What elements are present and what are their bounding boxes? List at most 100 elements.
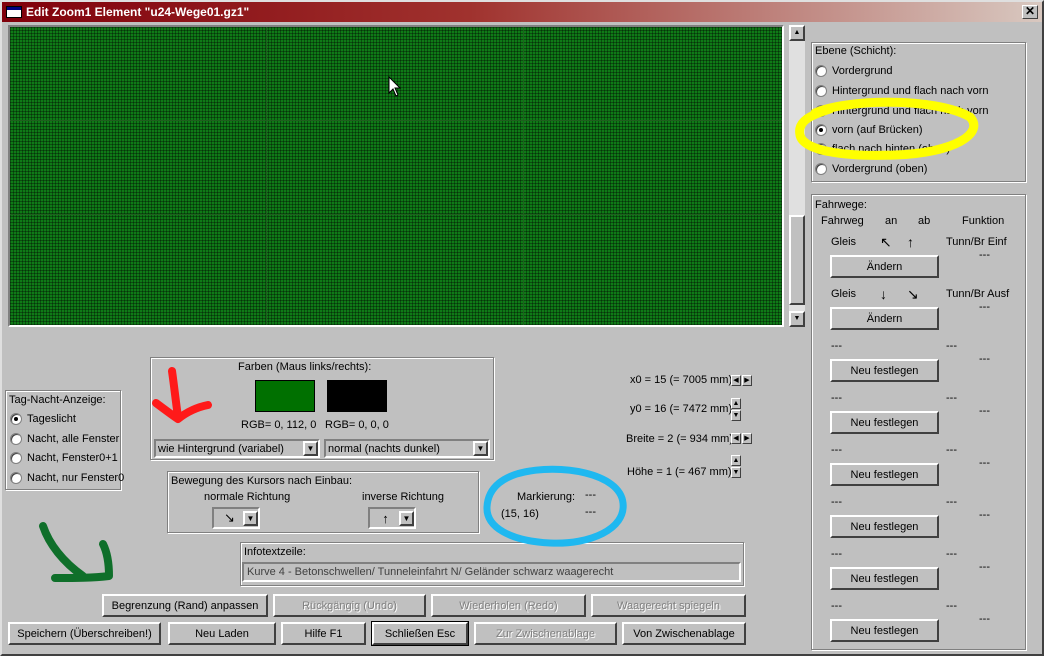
scroll-thumb[interactable] bbox=[789, 215, 805, 305]
right-color-swatch[interactable] bbox=[327, 380, 387, 412]
spiegeln-button[interactable]: Waagerecht spiegeln bbox=[591, 594, 746, 617]
copy-to-clipboard-button[interactable]: Zur Zwischenablage bbox=[474, 622, 617, 645]
close-dialog-button[interactable]: Schließen Esc bbox=[371, 621, 469, 646]
ebene-option-3[interactable]: vorn (auf Brücken) bbox=[815, 124, 922, 136]
x0-decrement-button[interactable]: ◀ bbox=[731, 375, 741, 386]
x0-increment-button[interactable]: ▶ bbox=[742, 375, 752, 386]
begrenzung-button[interactable]: Begrenzung (Rand) anpassen bbox=[102, 594, 268, 617]
chevron-down-icon[interactable]: ▼ bbox=[303, 441, 318, 456]
tag-nacht-option-3[interactable]: Nacht, nur Fenster0 bbox=[10, 472, 124, 484]
chevron-down-icon[interactable]: ▼ bbox=[473, 441, 488, 456]
ebene-option-4[interactable]: flach nach hinten (oben) bbox=[815, 143, 950, 155]
x0-label: x0 = 15 (= 7005 mm) bbox=[630, 374, 733, 386]
radio-button[interactable] bbox=[815, 85, 827, 97]
fahrweg-row-button[interactable]: Neu festlegen bbox=[830, 567, 939, 590]
window-icon[interactable] bbox=[6, 6, 22, 18]
markierung-dash: --- bbox=[585, 489, 596, 501]
radio-button[interactable] bbox=[815, 65, 827, 77]
hoehe-decrement-button[interactable]: ▲ bbox=[731, 455, 741, 466]
fahrweg-exit-direction: ↑ bbox=[907, 234, 914, 250]
markierung-coords: (15, 16) bbox=[501, 508, 539, 520]
breite-label: Breite = 2 (= 934 mm) bbox=[626, 433, 733, 445]
ebene-option-label: flach nach hinten (oben) bbox=[832, 143, 951, 155]
radio-button-selected[interactable] bbox=[815, 124, 827, 136]
y0-decrement-button[interactable]: ▲ bbox=[731, 398, 741, 409]
canvas-vertical-scrollbar[interactable]: ▲ ▼ bbox=[789, 25, 805, 327]
y0-increment-button[interactable]: ▼ bbox=[731, 410, 741, 421]
info-text-field[interactable]: Kurve 4 - Betonschwellen/ Tunneleinfahrt… bbox=[242, 562, 741, 582]
fahrweg-dash: --- bbox=[979, 561, 990, 573]
radio-button[interactable] bbox=[815, 163, 827, 175]
save-button[interactable]: Speichern (Überschreiben!) bbox=[8, 622, 161, 645]
breite-increment-button[interactable]: ▶ bbox=[742, 433, 752, 444]
scroll-down-button[interactable]: ▼ bbox=[789, 311, 805, 327]
inverse-direction-select[interactable]: ↑ ▼ bbox=[368, 507, 416, 529]
ebene-option-5[interactable]: Vordergrund (oben) bbox=[815, 163, 927, 175]
radio-button[interactable] bbox=[10, 433, 22, 445]
ebene-option-1[interactable]: Hintergrund und flach nach vorn bbox=[815, 85, 989, 97]
fahrweg-row-button[interactable]: Ändern bbox=[830, 255, 939, 278]
tile-editor-canvas[interactable] bbox=[8, 25, 784, 327]
radio-button[interactable] bbox=[10, 452, 22, 464]
farben-legend: Farben (Maus links/rechts): bbox=[238, 361, 372, 373]
left-color-swatch[interactable] bbox=[255, 380, 315, 412]
reload-button[interactable]: Neu Laden bbox=[168, 622, 276, 645]
fahrweg-row-button[interactable]: Neu festlegen bbox=[830, 463, 939, 486]
canvas-grid-line bbox=[266, 27, 267, 325]
fahrweg-row-button[interactable]: Neu festlegen bbox=[830, 411, 939, 434]
help-button[interactable]: Hilfe F1 bbox=[281, 622, 366, 645]
tag-nacht-option-0[interactable]: Tageslicht bbox=[10, 413, 76, 425]
fahrweg-entry-direction: ↖ bbox=[880, 234, 892, 250]
fahrweg-dash: --- bbox=[979, 301, 990, 313]
ebene-option-label: Vordergrund bbox=[832, 65, 893, 77]
right-color-mode-value: normal (nachts dunkel) bbox=[328, 442, 440, 455]
fahrwege-header-funktion: Funktion bbox=[962, 215, 1005, 227]
ebene-option-label: Hintergrund und flach nach vorn bbox=[832, 85, 989, 97]
fahrweg-row-button[interactable]: Neu festlegen bbox=[830, 359, 939, 382]
title-bar[interactable]: Edit Zoom1 Element "u24-Wege01.gz1" ✕ bbox=[2, 2, 1042, 22]
radio-button[interactable] bbox=[815, 105, 827, 117]
right-color-rgb: RGB= 0, 0, 0 bbox=[325, 419, 389, 431]
window-title: Edit Zoom1 Element "u24-Wege01.gz1" bbox=[26, 5, 250, 19]
fahrweg-row-button[interactable]: Neu festlegen bbox=[830, 515, 939, 538]
hoehe-increment-button[interactable]: ▼ bbox=[731, 467, 741, 478]
green-arrow-annotation bbox=[39, 522, 113, 582]
breite-decrement-button[interactable]: ◀ bbox=[731, 433, 741, 444]
undo-button[interactable]: Rückgängig (Undo) bbox=[273, 594, 426, 617]
redo-button[interactable]: Wiederholen (Redo) bbox=[431, 594, 586, 617]
ebene-option-label: Hintergrund und flach nach vorn bbox=[832, 105, 989, 117]
blue-circle-annotation bbox=[483, 465, 627, 547]
right-color-mode-select[interactable]: normal (nachts dunkel) ▼ bbox=[324, 439, 490, 458]
left-color-mode-select[interactable]: wie Hintergrund (variabel) ▼ bbox=[154, 439, 320, 458]
chevron-down-icon[interactable]: ▼ bbox=[399, 510, 414, 526]
tag-nacht-option-label: Tageslicht bbox=[27, 413, 76, 425]
y0-label: y0 = 16 (= 7472 mm) bbox=[630, 403, 733, 415]
fahrweg-row-button[interactable]: Ändern bbox=[830, 307, 939, 330]
radio-button[interactable] bbox=[10, 472, 22, 484]
fahrweg-dash: --- bbox=[979, 509, 990, 521]
close-button[interactable]: ✕ bbox=[1022, 5, 1038, 19]
chevron-down-icon[interactable]: ▼ bbox=[243, 510, 258, 526]
tag-nacht-option-1[interactable]: Nacht, alle Fenster bbox=[10, 433, 119, 445]
fahrweg-row-button[interactable]: Neu festlegen bbox=[830, 619, 939, 642]
fahrweg-entry-direction: ↓ bbox=[880, 286, 887, 302]
radio-button[interactable] bbox=[815, 143, 827, 155]
fahrweg-function: --- bbox=[946, 392, 957, 404]
inverse-direction-value: ↑ bbox=[382, 510, 389, 526]
tag-nacht-legend: Tag-Nacht-Anzeige: bbox=[9, 394, 106, 406]
normal-direction-select[interactable]: ↘ ▼ bbox=[212, 507, 260, 529]
left-color-mode-value: wie Hintergrund (variabel) bbox=[158, 442, 284, 455]
fahrweg-type: --- bbox=[831, 496, 842, 508]
markierung-dash-2: --- bbox=[585, 506, 596, 518]
tag-nacht-option-2[interactable]: Nacht, Fenster0+1 bbox=[10, 452, 118, 464]
fahrweg-dash: --- bbox=[979, 457, 990, 469]
fahrweg-function: Tunn/Br Ausf bbox=[946, 288, 1010, 300]
fahrweg-dash: --- bbox=[979, 353, 990, 365]
ebene-option-2[interactable]: Hintergrund und flach nach vorn bbox=[815, 105, 989, 117]
scroll-up-button[interactable]: ▲ bbox=[789, 25, 805, 41]
canvas-grid-line bbox=[10, 214, 782, 215]
radio-button-selected[interactable] bbox=[10, 413, 22, 425]
paste-from-clipboard-button[interactable]: Von Zwischenablage bbox=[622, 622, 746, 645]
ebene-option-label: vorn (auf Brücken) bbox=[832, 124, 923, 136]
ebene-option-0[interactable]: Vordergrund bbox=[815, 65, 893, 77]
